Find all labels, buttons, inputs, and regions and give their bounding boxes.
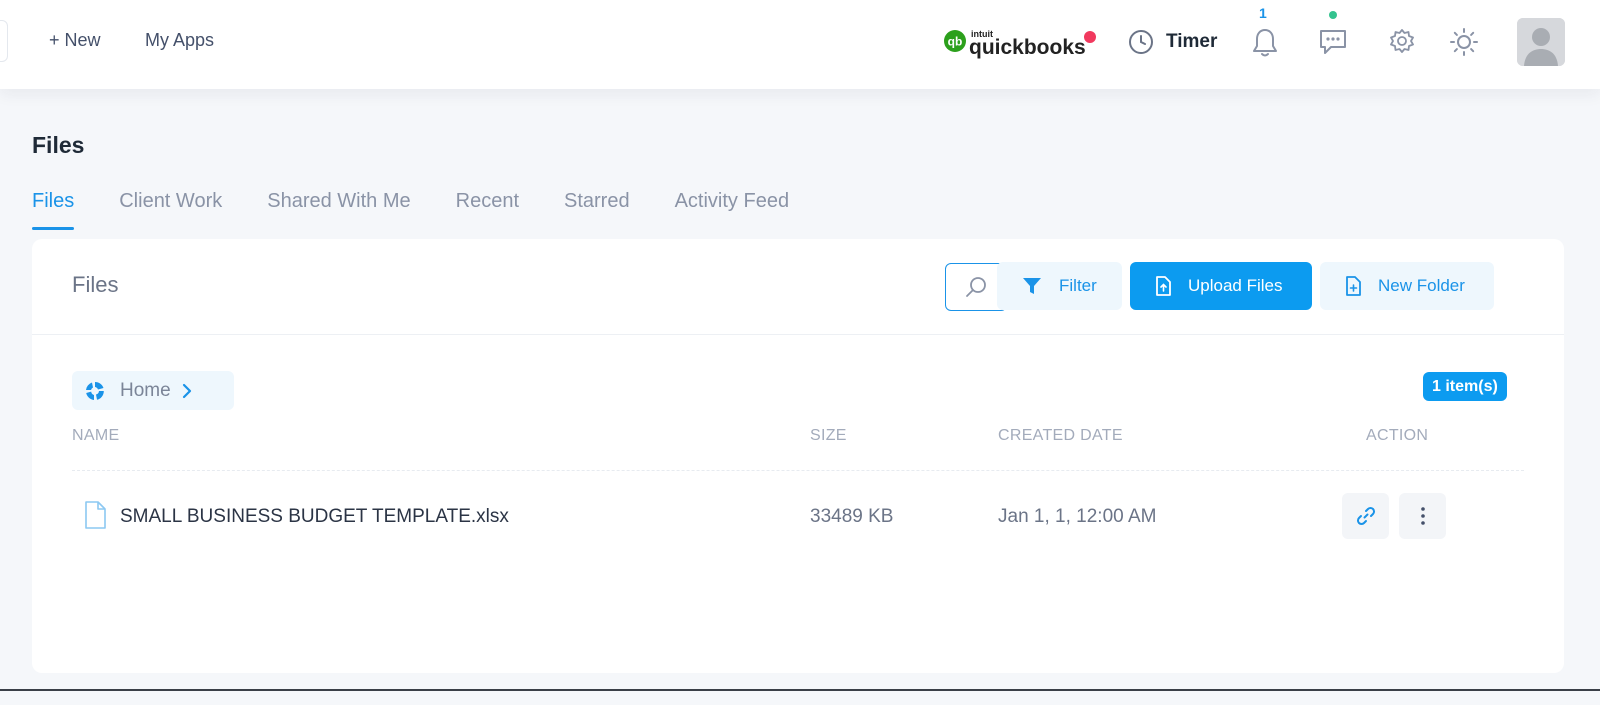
upload-file-icon [1156, 276, 1171, 296]
quickbooks-logo[interactable]: qb intuit quickbooks [944, 27, 1104, 59]
copy-link-button[interactable] [1342, 493, 1389, 539]
top-bar: + New My Apps qb intuit quickbooks Timer… [0, 0, 1600, 89]
tab-recent[interactable]: Recent [456, 190, 519, 230]
notification-count: 1 [1259, 5, 1267, 21]
card-title: Files [72, 272, 119, 297]
new-folder-icon [1346, 276, 1361, 296]
file-icon [85, 501, 106, 529]
more-actions-button[interactable] [1399, 493, 1446, 539]
tab-starred[interactable]: Starred [564, 190, 630, 230]
item-count-badge: 1 item(s) [1423, 372, 1507, 401]
tab-shared-with-me[interactable]: Shared With Me [267, 190, 410, 230]
new-folder-label: New Folder [1378, 276, 1465, 295]
avatar[interactable] [1517, 18, 1565, 66]
timer-label: Timer [1166, 31, 1218, 52]
clock-icon [1129, 30, 1153, 54]
my-apps-link[interactable]: My Apps [145, 30, 214, 51]
home-spinner-icon [86, 381, 104, 400]
timer-button[interactable]: Timer [1128, 27, 1217, 57]
file-size: 33489 KB [810, 506, 894, 527]
tab-activity-feed[interactable]: Activity Feed [675, 190, 789, 230]
page-title: Files [32, 132, 85, 158]
window-bottom-border [0, 689, 1600, 691]
sun-icon[interactable] [1449, 27, 1479, 57]
tab-files[interactable]: Files [32, 190, 75, 230]
new-button[interactable]: + New [49, 30, 101, 51]
user-avatar-icon [1517, 18, 1565, 66]
column-header-name[interactable]: NAME [72, 427, 119, 445]
filter-label: Filter [1059, 276, 1097, 295]
new-folder-button[interactable]: New Folder [1320, 262, 1494, 310]
quickbooks-brand: quickbooks [969, 36, 1086, 59]
table-row[interactable]: SMALL BUSINESS BUDGET TEMPLATE.xlsx 3348… [72, 489, 1524, 549]
more-vertical-icon [1420, 507, 1425, 525]
chevron-right-icon [182, 383, 191, 398]
breadcrumb-home-label: Home [120, 379, 171, 401]
card-header: Files Filter Upload Files New Folder [32, 239, 1564, 335]
sidebar-toggle-edge[interactable] [0, 20, 8, 62]
bell-icon[interactable] [1252, 27, 1278, 59]
upload-files-button[interactable]: Upload Files [1130, 262, 1312, 310]
chat-icon[interactable] [1318, 28, 1348, 56]
filter-icon [1023, 278, 1041, 294]
gear-icon[interactable] [1388, 28, 1416, 56]
tab-bar: Files Client Work Shared With Me Recent … [32, 190, 834, 230]
table-header-divider [72, 470, 1524, 471]
tab-client-work[interactable]: Client Work [119, 190, 222, 230]
link-icon [1356, 506, 1375, 526]
quickbooks-status-dot [1084, 31, 1096, 43]
search-icon [966, 277, 986, 297]
filter-button[interactable]: Filter [997, 262, 1122, 310]
column-header-action: ACTION [1366, 427, 1429, 444]
breadcrumb[interactable]: Home [72, 371, 234, 410]
chat-status-dot [1329, 11, 1337, 19]
upload-files-label: Upload Files [1188, 276, 1283, 295]
files-card: Files Filter Upload Files New Folder Hom… [32, 239, 1564, 673]
column-header-size[interactable]: SIZE [810, 427, 847, 445]
column-header-created-date[interactable]: CREATED DATE [998, 427, 1123, 445]
file-created-date: Jan 1, 1, 12:00 AM [998, 506, 1157, 527]
file-name[interactable]: SMALL BUSINESS BUDGET TEMPLATE.xlsx [120, 506, 509, 528]
svg-text:qb: qb [948, 35, 963, 49]
